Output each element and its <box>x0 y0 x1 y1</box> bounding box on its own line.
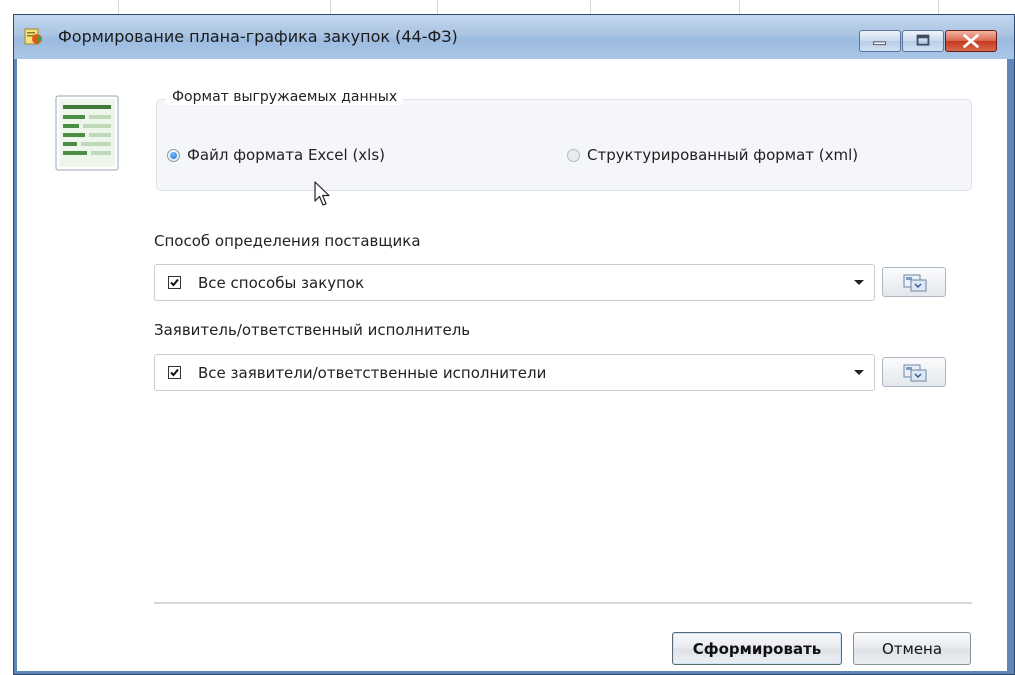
supplier-method-select-button[interactable] <box>882 267 946 297</box>
app-icon <box>24 28 42 45</box>
radio-excel[interactable]: Файл формата Excel (xls) <box>167 146 385 164</box>
applicant-checkbox[interactable] <box>168 366 181 379</box>
supplier-method-checkbox[interactable] <box>168 276 181 289</box>
window-title: Формирование плана-графика закупок (44-Ф… <box>58 27 458 46</box>
supplier-method-label: Способ определения поставщика <box>154 232 421 250</box>
checkmark-icon <box>170 278 179 287</box>
applicant-value: Все заявители/ответственные исполнители <box>198 364 547 382</box>
maximize-button[interactable] <box>902 30 944 52</box>
mouse-pointer-icon <box>314 181 330 206</box>
minimize-button[interactable] <box>859 30 901 52</box>
title-bar[interactable]: Формирование плана-графика закупок (44-Ф… <box>14 15 1014 59</box>
checkmark-icon <box>170 368 179 377</box>
generate-button[interactable]: Сформировать <box>672 632 842 665</box>
radio-xml-label: Структурированный формат (xml) <box>587 146 859 164</box>
radio-button-xml[interactable] <box>567 148 580 162</box>
chevron-down-icon[interactable] <box>851 364 867 380</box>
spreadsheet-document-icon <box>55 95 119 171</box>
supplier-method-dropdown[interactable]: Все способы закупок <box>154 264 875 301</box>
dialog-body: Формат выгружаемых данных Файл формата E… <box>17 59 1007 671</box>
export-format-legend: Формат выгружаемых данных <box>166 89 404 105</box>
applicant-select-button[interactable] <box>882 357 946 387</box>
close-button[interactable] <box>945 30 997 52</box>
close-icon <box>963 34 979 48</box>
applicant-dropdown[interactable]: Все заявители/ответственные исполнители <box>154 354 875 391</box>
select-list-icon <box>903 274 927 292</box>
footer-divider <box>154 602 972 605</box>
cancel-button[interactable]: Отмена <box>853 632 971 665</box>
supplier-method-value: Все способы закупок <box>198 274 365 292</box>
dialog-window: Формирование плана-графика закупок (44-Ф… <box>13 14 1015 675</box>
select-list-icon <box>903 364 927 382</box>
maximize-icon <box>916 34 930 46</box>
applicant-label: Заявитель/ответственный исполнитель <box>154 321 471 339</box>
radio-xml[interactable]: Структурированный формат (xml) <box>567 146 858 164</box>
radio-button-excel[interactable] <box>167 148 180 162</box>
radio-excel-label: Файл формата Excel (xls) <box>187 146 386 164</box>
export-format-group <box>156 99 972 191</box>
chevron-down-icon[interactable] <box>851 274 867 290</box>
minimize-icon <box>873 41 886 46</box>
